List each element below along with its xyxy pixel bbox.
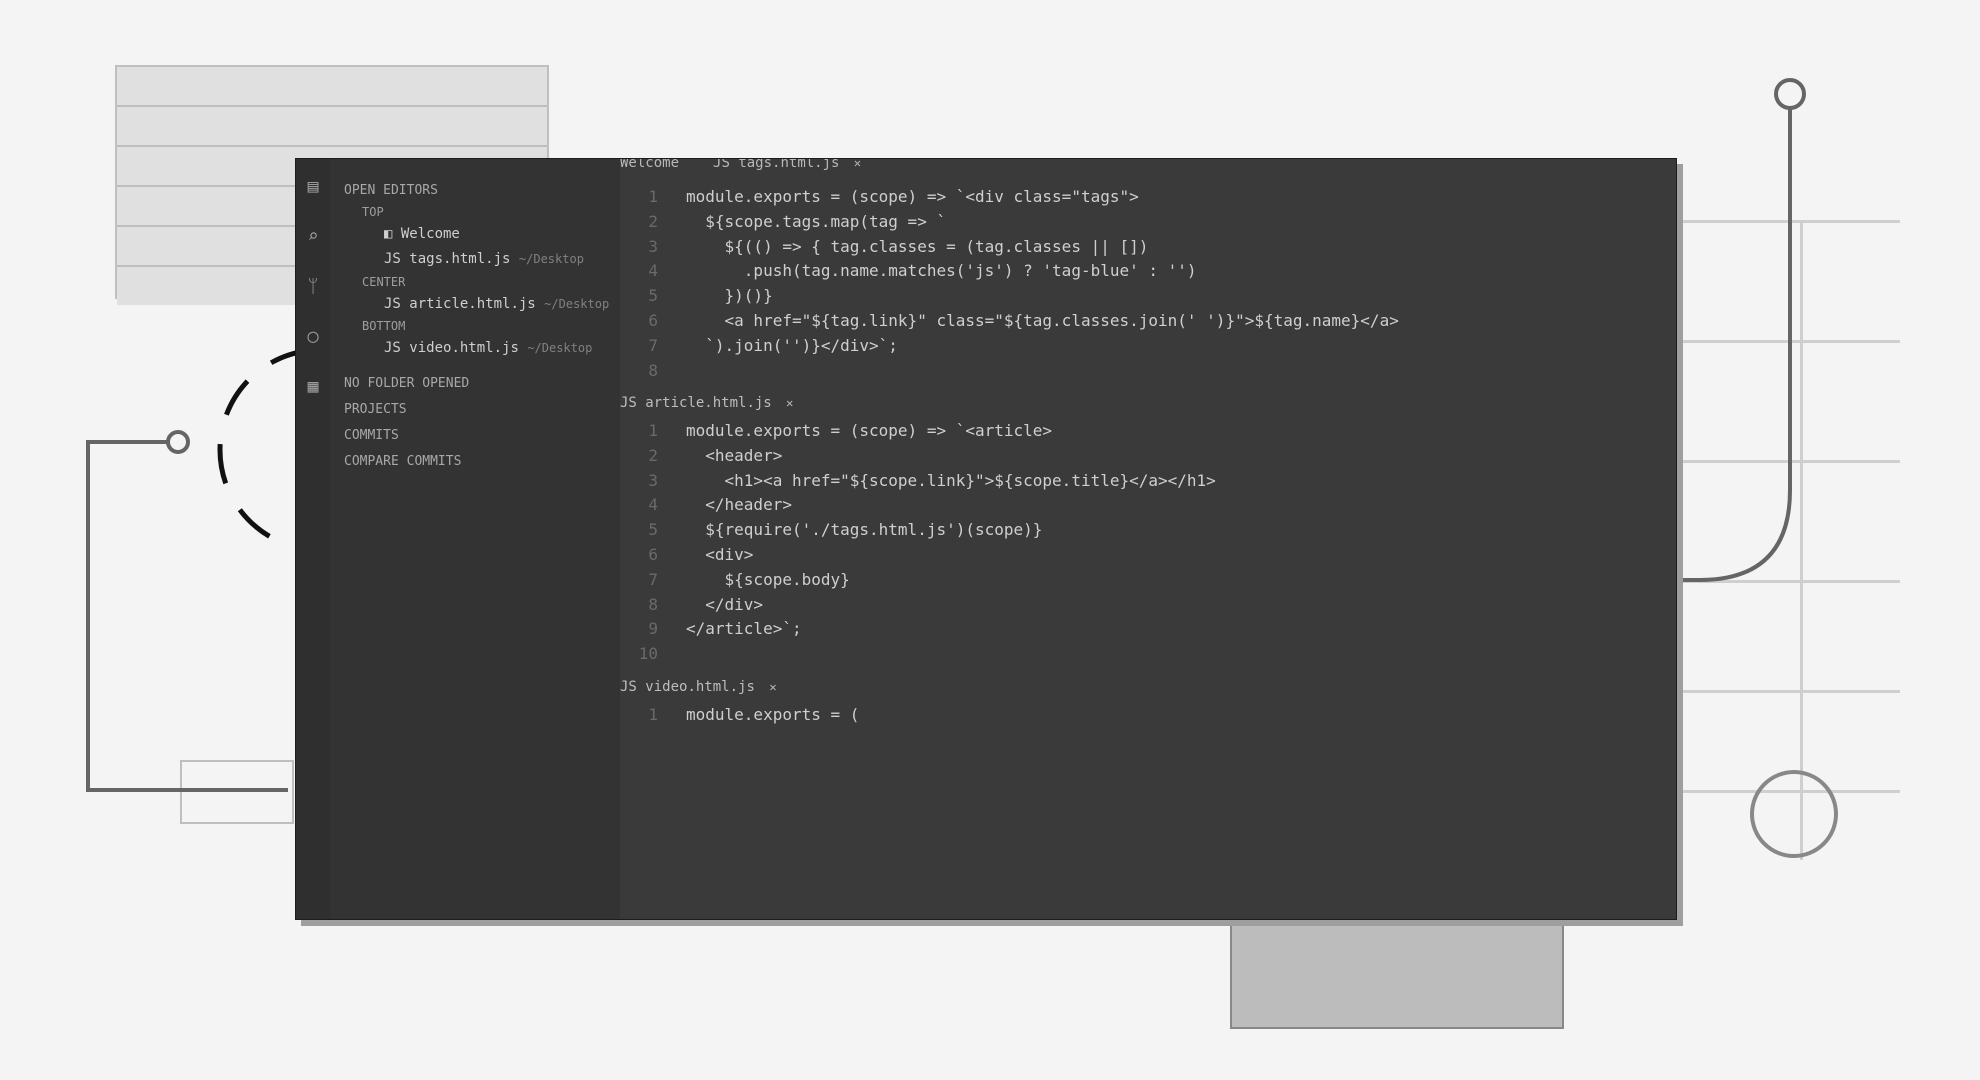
file-label: Welcome — [401, 226, 460, 242]
group-center: CENTER — [344, 273, 620, 292]
section-no-folder[interactable]: NO FOLDER OPENED — [344, 370, 620, 396]
close-icon[interactable]: ✕ — [854, 158, 861, 170]
group-bottom: BOTTOM — [344, 317, 620, 336]
file-lang-badge: JS — [620, 679, 637, 695]
decor-circle — [1750, 770, 1838, 858]
pane-article-code[interactable]: 1module.exports = (scope) => `<article> … — [620, 419, 1676, 667]
debug-icon[interactable]: ◯ — [302, 323, 324, 345]
file-label: tags.html.js — [409, 251, 510, 267]
close-icon[interactable]: ✕ — [786, 396, 793, 410]
pane-tags-code[interactable]: 1module.exports = (scope) => `<div class… — [620, 185, 1676, 383]
files-icon[interactable]: ▤ — [302, 173, 324, 195]
editor-tabs: Welcome JS tags.html.js ✕ — [620, 158, 861, 175]
file-lang-badge: JS — [384, 340, 401, 356]
close-icon[interactable]: ✕ — [769, 680, 776, 694]
pane-title: video.html.js — [645, 679, 755, 695]
section-commits[interactable]: COMMITS — [344, 422, 620, 448]
section-projects[interactable]: PROJECTS — [344, 396, 620, 422]
search-icon[interactable]: ⌕ — [302, 223, 324, 245]
pane-title: article.html.js — [645, 395, 771, 411]
file-video[interactable]: JS video.html.js ~/Desktop — [344, 336, 620, 362]
file-label: article.html.js — [409, 296, 535, 312]
decor-monitor-stand — [1230, 920, 1564, 1029]
tab-label: tags.html.js — [738, 158, 839, 171]
file-lang-badge: JS — [713, 158, 730, 171]
file-path: ~/Desktop — [544, 297, 609, 311]
file-icon: ◧ — [384, 226, 401, 242]
open-editors-header[interactable]: OPEN EDITORS — [344, 177, 620, 203]
file-lang-badge: JS — [384, 296, 401, 312]
extensions-icon[interactable]: ▦ — [302, 373, 324, 395]
pane-article-header[interactable]: JS article.html.js ✕ — [620, 383, 1676, 419]
explorer-panel: OPEN EDITORS TOP ◧ Welcome JS tags.html.… — [330, 159, 620, 919]
group-top: TOP — [344, 203, 620, 222]
source-control-icon[interactable]: ᛘ — [302, 273, 324, 295]
file-path: ~/Desktop — [527, 341, 592, 355]
tab-label: Welcome — [620, 158, 679, 171]
file-path: ~/Desktop — [519, 252, 584, 266]
editor-area: 1module.exports = (scope) => `<div class… — [620, 185, 1676, 919]
file-tags[interactable]: JS tags.html.js ~/Desktop — [344, 247, 620, 273]
section-compare[interactable]: COMPARE COMMITS — [344, 448, 620, 474]
editor-screenshot: ▤ ⌕ ᛘ ◯ ▦ OPEN EDITORS TOP ◧ Welcome JS … — [295, 158, 1677, 920]
file-article[interactable]: JS article.html.js ~/Desktop — [344, 292, 620, 318]
tab-welcome[interactable]: Welcome — [620, 158, 679, 175]
tab-tags-active[interactable]: JS tags.html.js ✕ — [713, 158, 861, 175]
pane-video-header[interactable]: JS video.html.js ✕ — [620, 667, 1676, 703]
pane-video-code[interactable]: 1module.exports = ( — [620, 703, 1676, 728]
file-welcome[interactable]: ◧ Welcome — [344, 222, 620, 248]
activity-bar: ▤ ⌕ ᛘ ◯ ▦ — [296, 159, 330, 920]
file-lang-badge: JS — [620, 395, 637, 411]
file-label: video.html.js — [409, 340, 519, 356]
file-lang-badge: JS — [384, 251, 401, 267]
